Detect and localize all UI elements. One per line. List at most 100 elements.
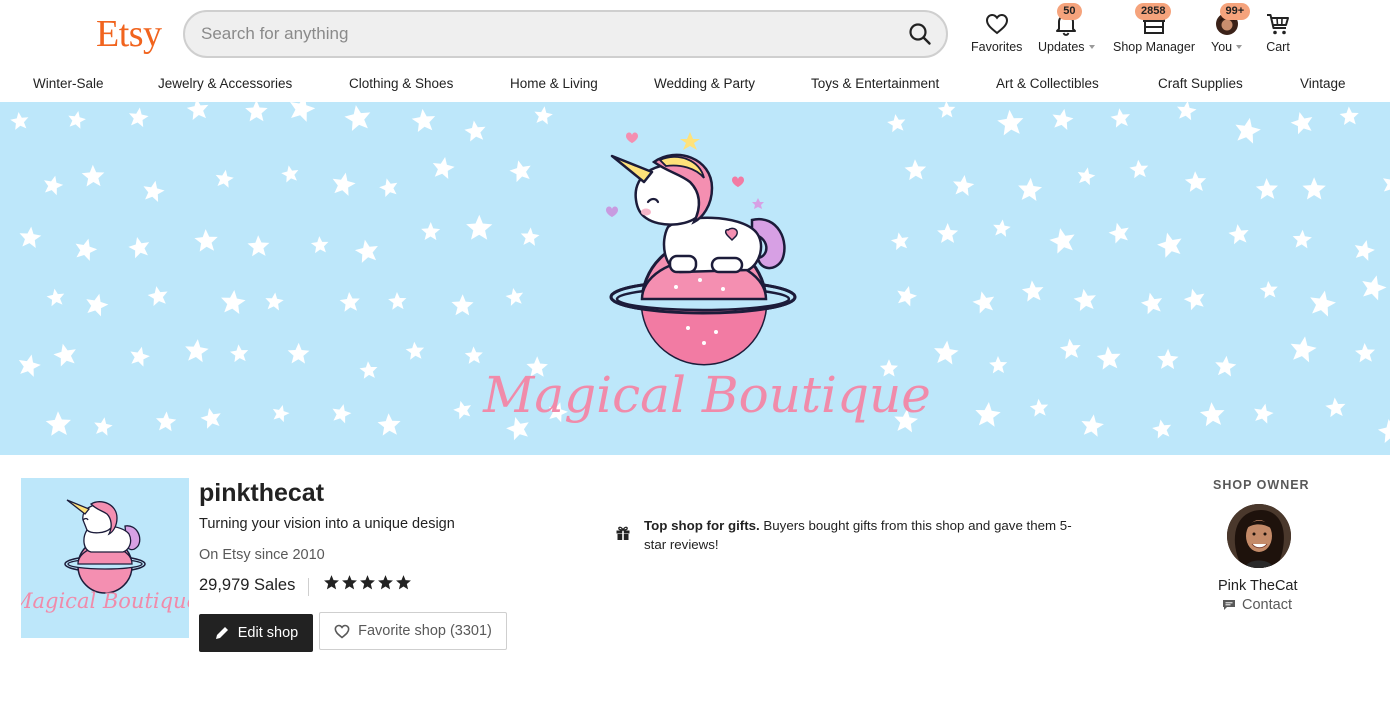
banner-star bbox=[44, 175, 64, 196]
category-vintage[interactable]: Vintage bbox=[1300, 76, 1346, 91]
banner-star bbox=[534, 106, 553, 125]
shop-sales-count[interactable]: 29,979 Sales bbox=[199, 576, 295, 595]
nav-you[interactable]: 99+ You bbox=[1211, 3, 1251, 54]
banner-star bbox=[972, 291, 995, 314]
banner-star bbox=[194, 229, 218, 252]
banner-star bbox=[411, 108, 436, 132]
updates-label: Updates bbox=[1038, 40, 1085, 54]
category-toys-entertainment[interactable]: Toys & Entertainment bbox=[811, 76, 939, 91]
star-icon bbox=[396, 575, 411, 590]
banner-star bbox=[451, 294, 474, 316]
banner-star bbox=[975, 401, 1001, 427]
message-icon bbox=[1223, 599, 1235, 610]
banner-star bbox=[247, 235, 270, 257]
banner-star bbox=[45, 411, 72, 436]
banner-star bbox=[1290, 111, 1313, 135]
nav-favorites[interactable]: Favorites bbox=[971, 12, 1022, 54]
banner-star bbox=[281, 165, 299, 183]
banner-star bbox=[1377, 418, 1390, 444]
banner-star bbox=[1018, 177, 1043, 202]
site-header: Etsy Favorites 50 Updates bbox=[0, 0, 1390, 68]
you-badge: 99+ bbox=[1219, 3, 1251, 20]
banner-star bbox=[1059, 338, 1081, 360]
edit-shop-label: Edit shop bbox=[237, 625, 299, 641]
owner-photo bbox=[1227, 504, 1291, 568]
search-button[interactable] bbox=[906, 20, 934, 48]
gift-note-title: Top shop for gifts. bbox=[644, 518, 760, 533]
category-home-living[interactable]: Home & Living bbox=[510, 76, 598, 91]
banner-star bbox=[354, 239, 378, 263]
category-craft-supplies[interactable]: Craft Supplies bbox=[1158, 76, 1243, 91]
banner-star bbox=[143, 180, 165, 203]
banner-star bbox=[890, 232, 909, 251]
shop-icon-image[interactable]: Magical Boutique bbox=[21, 478, 189, 638]
banner-star bbox=[377, 413, 401, 436]
banner-star bbox=[1255, 178, 1278, 200]
banner-star bbox=[272, 404, 290, 423]
banner-star bbox=[229, 344, 249, 363]
category-wedding-party[interactable]: Wedding & Party bbox=[654, 76, 755, 91]
banner-star bbox=[989, 356, 1008, 374]
shop-logo-text: Magical Boutique bbox=[21, 589, 189, 613]
banner-star bbox=[466, 214, 493, 240]
star-icon bbox=[342, 575, 357, 590]
banner-star bbox=[1362, 275, 1387, 301]
banner-star bbox=[1310, 290, 1336, 317]
banner-star bbox=[1049, 228, 1075, 254]
search-bar bbox=[183, 10, 948, 58]
search-input[interactable] bbox=[201, 12, 881, 56]
banner-star bbox=[1177, 102, 1197, 121]
banner-star bbox=[904, 159, 927, 181]
nav-shop-manager[interactable]: 2858 Shop Manager bbox=[1113, 3, 1195, 54]
gift-icon bbox=[616, 526, 630, 540]
banner-star bbox=[1228, 224, 1249, 245]
banner-star bbox=[1184, 171, 1207, 192]
star-rating[interactable] bbox=[323, 574, 412, 591]
star-icon bbox=[378, 575, 393, 590]
category-winter-sale[interactable]: Winter-Sale bbox=[33, 76, 104, 91]
banner-star bbox=[265, 292, 284, 311]
favorite-shop-button[interactable]: Favorite shop (3301) bbox=[319, 612, 507, 650]
star-icon bbox=[360, 575, 375, 590]
banner-star bbox=[75, 238, 98, 261]
banner-star bbox=[1052, 108, 1074, 131]
banner-artwork: Magical Boutique bbox=[10, 102, 1390, 444]
banner-star bbox=[1077, 167, 1096, 186]
banner-star bbox=[128, 107, 149, 128]
shop-tagline: Turning your vision into a unique design bbox=[199, 516, 455, 532]
contact-owner-link[interactable]: Contact bbox=[1222, 597, 1292, 613]
banner-star bbox=[421, 222, 441, 241]
banner-star bbox=[86, 293, 109, 317]
chevron-down-icon bbox=[1236, 45, 1243, 49]
edit-shop-button[interactable]: Edit shop bbox=[199, 614, 313, 652]
category-jewelry-accessories[interactable]: Jewelry & Accessories bbox=[158, 76, 292, 91]
category-art-collectibles[interactable]: Art & Collectibles bbox=[996, 76, 1099, 91]
banner-star bbox=[1110, 108, 1130, 128]
banner-star bbox=[1382, 173, 1390, 195]
shop-manager-badge: 2858 bbox=[1135, 3, 1172, 20]
banner-star bbox=[1108, 222, 1129, 244]
top-shop-for-gifts-note: Top shop for gifts. Buyers bought gifts … bbox=[644, 516, 1084, 554]
heart-icon bbox=[334, 624, 350, 639]
banner-star bbox=[310, 236, 329, 254]
nav-cart[interactable]: Cart bbox=[1265, 12, 1291, 54]
banner-star bbox=[130, 346, 150, 367]
nav-updates[interactable]: 50 Updates bbox=[1038, 3, 1095, 54]
category-clothing-shoes[interactable]: Clothing & Shoes bbox=[349, 76, 453, 91]
pencil-icon bbox=[215, 627, 228, 639]
banner-star bbox=[1235, 117, 1261, 144]
banner-star bbox=[1081, 414, 1104, 437]
shop-owner-name[interactable]: Pink TheCat bbox=[1218, 578, 1298, 594]
banner-star bbox=[1129, 159, 1149, 179]
cart-label: Cart bbox=[1266, 40, 1290, 54]
shop-banner: Magical Boutique bbox=[0, 102, 1390, 455]
shop-owner-avatar[interactable] bbox=[1227, 504, 1291, 568]
banner-star bbox=[1215, 355, 1237, 377]
banner-star bbox=[993, 219, 1011, 237]
etsy-logo[interactable]: Etsy bbox=[96, 12, 162, 56]
unicorn-illustration bbox=[606, 132, 797, 366]
banner-star bbox=[186, 102, 209, 120]
banner-star bbox=[388, 292, 407, 310]
banner-star bbox=[18, 354, 41, 377]
shop-since: On Etsy since 2010 bbox=[199, 547, 325, 563]
